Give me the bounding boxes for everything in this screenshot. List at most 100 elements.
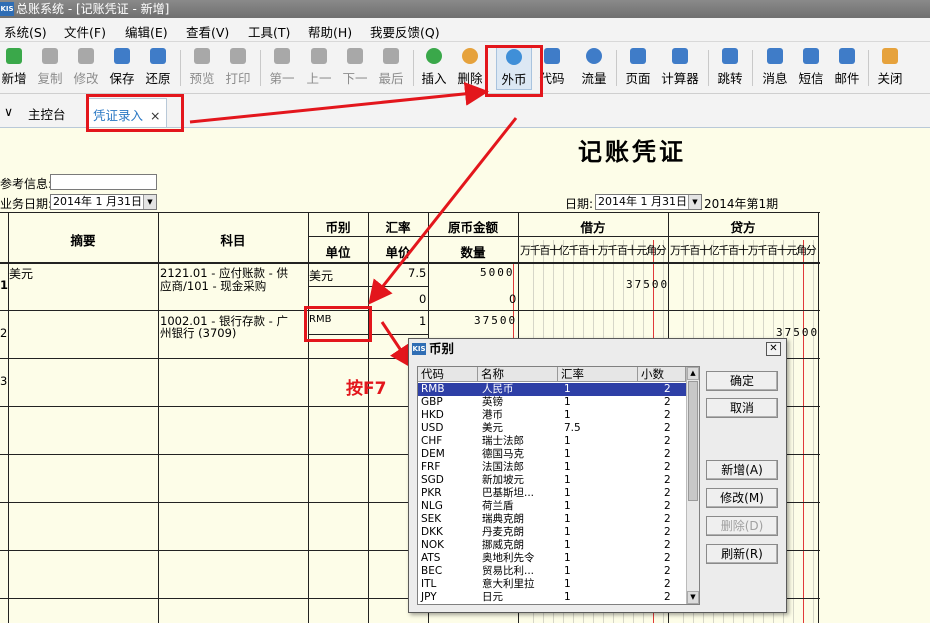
- decimals-cell: 2: [664, 578, 671, 590]
- list-item[interactable]: NOK 挪威克朗 1 2: [418, 539, 686, 552]
- code-cell: CHF: [421, 435, 443, 447]
- name-cell: 人民币: [482, 383, 514, 395]
- list-item[interactable]: SGD 新加坡元 1 2: [418, 474, 686, 487]
- arrow-button-to-cell: [368, 117, 518, 305]
- decimals-cell: 2: [664, 396, 671, 408]
- ok-button[interactable]: 确定: [706, 371, 778, 391]
- list-item[interactable]: DEM 德国马克 1 2: [418, 448, 686, 461]
- scrollbar[interactable]: ▲ ▼: [686, 367, 699, 604]
- list-item[interactable]: BEC 贸易比利... 1 2: [418, 565, 686, 578]
- code-cell: FRF: [421, 461, 441, 473]
- rate-cell: 1: [564, 539, 571, 551]
- rate-cell: 1: [564, 565, 571, 577]
- code-cell: SGD: [421, 474, 444, 486]
- list-item[interactable]: DKK 丹麦克朗 1 2: [418, 526, 686, 539]
- rate-cell: 1: [564, 591, 571, 603]
- rate-cell: 1: [564, 513, 571, 525]
- name-cell: 意大利里拉: [482, 578, 535, 590]
- code-cell: USD: [421, 422, 444, 434]
- code-cell: NOK: [421, 539, 445, 551]
- rate-cell: 1: [564, 474, 571, 486]
- name-cell: 新加坡元: [482, 474, 524, 486]
- decimals-cell: 2: [664, 409, 671, 421]
- dialog-title: 币别: [429, 341, 455, 356]
- name-cell: 德国马克: [482, 448, 524, 460]
- modify-button[interactable]: 修改(M): [706, 488, 778, 508]
- code-cell: BEC: [421, 565, 443, 577]
- list-item[interactable]: CHF 瑞士法郎 1 2: [418, 435, 686, 448]
- list-item[interactable]: NLG 荷兰盾 1 2: [418, 500, 686, 513]
- col-code[interactable]: 代码: [418, 367, 478, 382]
- name-cell: 瑞典克朗: [482, 513, 524, 525]
- decimals-cell: 2: [664, 383, 671, 395]
- rate-cell: 1: [564, 552, 571, 564]
- currency-dialog: KIS 币别 ✕ 代码 名称 汇率 小数 RMB 人民币 1 2 GBP 英镑 1 2 HKD 港…: [408, 338, 787, 613]
- list-item[interactable]: RMB 人民币 1 2: [418, 383, 686, 396]
- rate-cell: 1: [564, 435, 571, 447]
- rate-cell: 1: [564, 448, 571, 460]
- rate-cell: 1: [564, 409, 571, 421]
- list-item[interactable]: JPY 日元 1 2: [418, 591, 686, 604]
- name-cell: 港币: [482, 409, 503, 421]
- decimals-cell: 2: [664, 435, 671, 447]
- rate-cell: 1: [564, 487, 571, 499]
- name-cell: 巴基斯坦...: [482, 487, 535, 499]
- list-item[interactable]: SEK 瑞典克朗 1 2: [418, 513, 686, 526]
- decimals-cell: 2: [664, 422, 671, 434]
- scroll-up-icon[interactable]: ▲: [687, 367, 699, 380]
- refresh-button[interactable]: 刷新(R): [706, 544, 778, 564]
- list-header: 代码 名称 汇率 小数: [418, 367, 686, 382]
- rate-cell: 1: [564, 578, 571, 590]
- rate-cell: 1: [564, 383, 571, 395]
- list-item[interactable]: FRF 法国法郎 1 2: [418, 461, 686, 474]
- code-cell: ITL: [421, 578, 437, 590]
- rate-cell: 7.5: [564, 422, 581, 434]
- list-item[interactable]: PKR 巴基斯坦... 1 2: [418, 487, 686, 500]
- rate-cell: 1: [564, 526, 571, 538]
- delete-button[interactable]: 删除(D): [706, 516, 778, 536]
- code-cell: PKR: [421, 487, 442, 499]
- decimals-cell: 2: [664, 552, 671, 564]
- list-item[interactable]: HKD 港币 1 2: [418, 409, 686, 422]
- scroll-thumb[interactable]: [688, 381, 698, 501]
- decimals-cell: 2: [664, 513, 671, 525]
- name-cell: 贸易比利...: [482, 565, 535, 577]
- scroll-down-icon[interactable]: ▼: [687, 591, 699, 604]
- list-item[interactable]: USD 美元 7.5 2: [418, 422, 686, 435]
- name-cell: 挪威克朗: [482, 539, 524, 551]
- code-cell: DKK: [421, 526, 443, 538]
- list-item[interactable]: GBP 英镑 1 2: [418, 396, 686, 409]
- add-button[interactable]: 新增(A): [706, 460, 778, 480]
- code-cell: JPY: [421, 591, 437, 603]
- rate-cell: 1: [564, 500, 571, 512]
- arrow-tab-to-button: [189, 81, 489, 124]
- decimals-cell: 2: [664, 526, 671, 538]
- code-cell: NLG: [421, 500, 443, 512]
- rate-cell: 1: [564, 461, 571, 473]
- name-cell: 美元: [482, 422, 503, 434]
- arrow-cell-to-dialog: [380, 321, 414, 369]
- currency-list: 代码 名称 汇率 小数 RMB 人民币 1 2 GBP 英镑 1 2 HKD 港币 1 2 USD 美元 7…: [417, 366, 700, 605]
- code-cell: GBP: [421, 396, 443, 408]
- code-cell: ATS: [421, 552, 441, 564]
- col-decimals[interactable]: 小数: [638, 367, 686, 382]
- code-cell: SEK: [421, 513, 442, 525]
- close-icon[interactable]: ✕: [766, 342, 781, 356]
- decimals-cell: 2: [664, 448, 671, 460]
- code-cell: RMB: [421, 383, 445, 395]
- list-item[interactable]: ITL 意大利里拉 1 2: [418, 578, 686, 591]
- decimals-cell: 2: [664, 461, 671, 473]
- decimals-cell: 2: [664, 500, 671, 512]
- name-cell: 日元: [482, 591, 503, 603]
- cancel-button[interactable]: 取消: [706, 398, 778, 418]
- list-item[interactable]: ATS 奥地利先令 1 2: [418, 552, 686, 565]
- name-cell: 英镑: [482, 396, 503, 408]
- decimals-cell: 2: [664, 591, 671, 603]
- col-rate[interactable]: 汇率: [558, 367, 638, 382]
- name-cell: 奥地利先令: [482, 552, 535, 564]
- col-name[interactable]: 名称: [478, 367, 558, 382]
- rate-cell: 1: [564, 396, 571, 408]
- decimals-cell: 2: [664, 474, 671, 486]
- code-cell: HKD: [421, 409, 444, 421]
- decimals-cell: 2: [664, 539, 671, 551]
